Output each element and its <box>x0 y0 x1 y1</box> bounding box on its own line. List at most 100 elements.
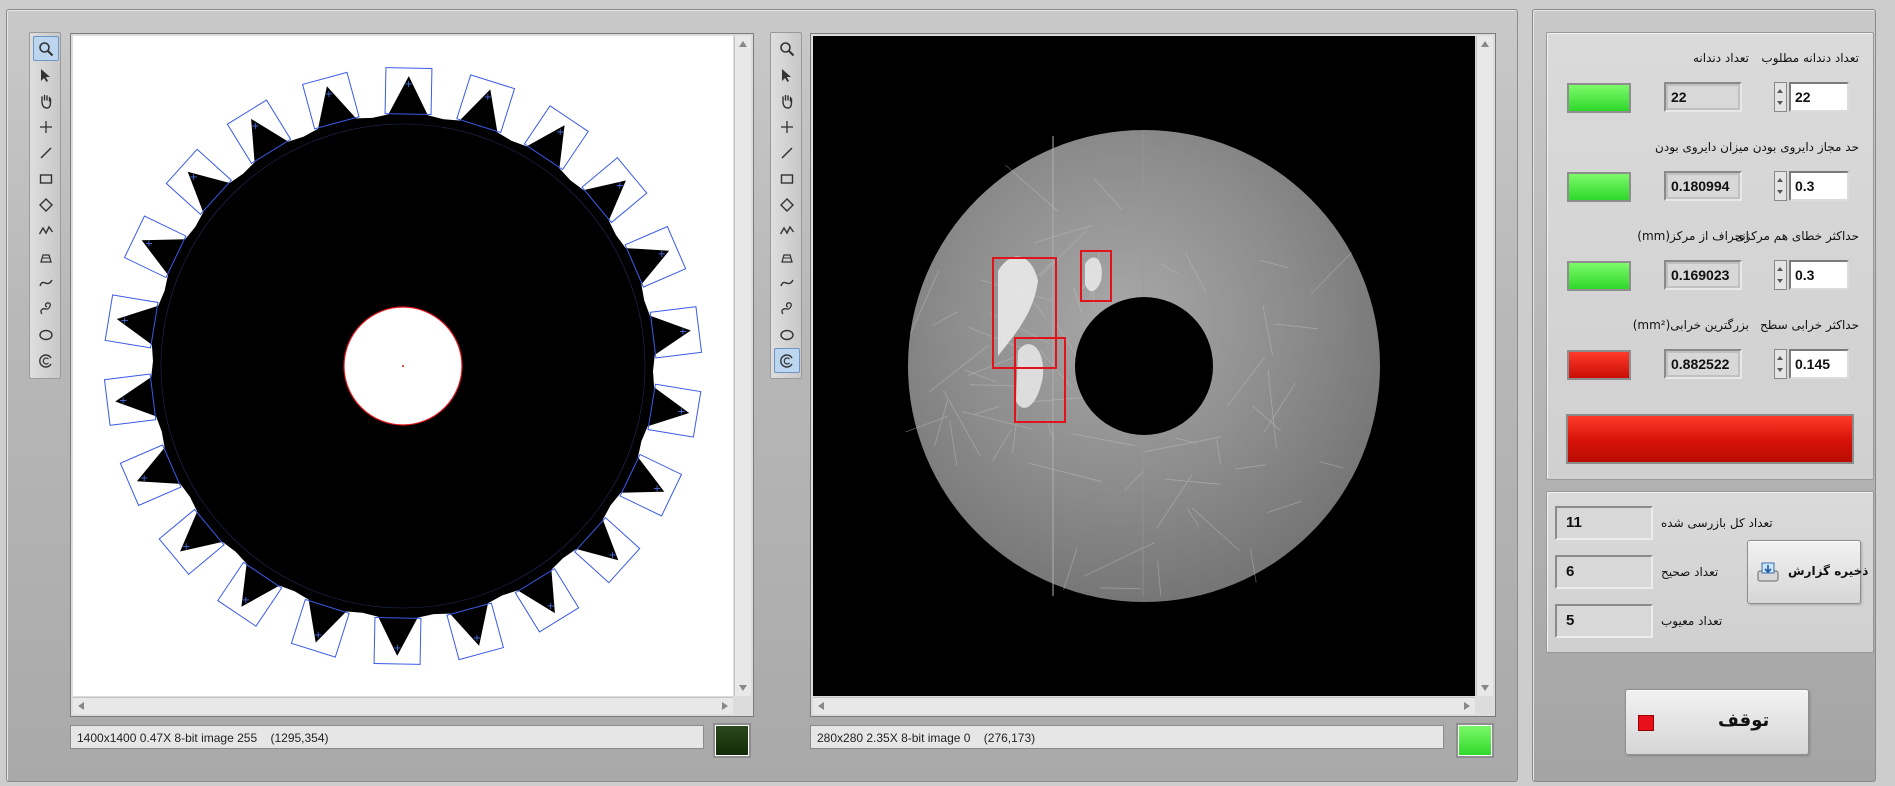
pointer-icon[interactable] <box>33 62 59 87</box>
horizontal-scrollbar[interactable] <box>813 697 1475 714</box>
measured-value: 0.882522 <box>1664 349 1742 379</box>
param-value-control[interactable]: 0.3 <box>1774 260 1850 290</box>
defective-count-label: تعداد معیوب <box>1661 614 1723 628</box>
measure-label: بزرگترین خرابی(mm²) <box>1632 318 1749 332</box>
vertical-scrollbar[interactable] <box>1476 36 1493 696</box>
save-report-button[interactable]: ذخیره گزارش <box>1747 540 1868 604</box>
tooth-center-mark: + <box>679 327 687 338</box>
tooth-center-mark: + <box>473 633 481 644</box>
tooth-center-mark: + <box>677 407 685 418</box>
measured-value: 0.169023 <box>1664 260 1742 290</box>
rotated-rectangle-icon[interactable] <box>774 192 800 217</box>
param-value-input[interactable]: 0.3 <box>1789 171 1849 201</box>
param-label: حداکثر خرابی سطح <box>1760 318 1859 332</box>
freehand-shape-icon[interactable] <box>33 296 59 321</box>
washer-photo <box>905 130 1380 602</box>
tooth-center-mark: + <box>182 541 190 552</box>
tooth-center-mark: + <box>325 89 333 100</box>
good-count: 6 <box>1555 555 1653 589</box>
param-value-input[interactable]: 22 <box>1789 82 1849 112</box>
zoom-icon[interactable] <box>33 36 59 61</box>
tooth-center-mark: + <box>145 239 153 250</box>
freehand-line-icon[interactable] <box>774 270 800 295</box>
status-led <box>1567 350 1631 380</box>
right-tool-palette <box>770 32 802 379</box>
left-image-info-bar: 1400x1400 0.47X 8-bit image 255 (1295,35… <box>70 725 704 749</box>
oval-icon[interactable] <box>774 322 800 347</box>
annulus-icon[interactable] <box>774 348 800 373</box>
save-report-icon <box>1757 562 1779 582</box>
right-status-led <box>1456 723 1494 758</box>
tooth-center-mark: + <box>616 181 624 192</box>
total-inspected-count: 11 <box>1555 506 1653 540</box>
stop-icon <box>1638 715 1654 731</box>
crosshair-icon[interactable] <box>774 114 800 139</box>
polyline-icon[interactable] <box>33 218 59 243</box>
tooth-center-mark: + <box>658 249 666 260</box>
washer-image-display[interactable] <box>810 33 1496 717</box>
pan-hand-icon[interactable] <box>33 88 59 113</box>
defective-count: 5 <box>1555 604 1653 638</box>
status-led <box>1567 83 1631 113</box>
tooth-center-mark: + <box>251 121 259 132</box>
stop-button-label: توقف <box>1718 710 1770 731</box>
right-image-info-bar: 280x280 2.35X 8-bit image 0 (276,173) <box>810 725 1444 749</box>
tooth-center-mark: + <box>393 643 401 654</box>
total-inspected-label: تعداد کل بازرسی شده <box>1661 516 1773 530</box>
annulus-sector-icon[interactable] <box>33 244 59 269</box>
line-icon[interactable] <box>33 140 59 165</box>
measure-label: انحراف از مرکز(mm) <box>1637 229 1749 243</box>
status-led <box>1567 261 1631 291</box>
tooth-center-mark: + <box>608 550 616 561</box>
stop-button[interactable]: توقف <box>1625 689 1809 755</box>
tooth-center-mark: + <box>653 483 661 494</box>
crosshair-icon[interactable] <box>33 114 59 139</box>
tooth-center-mark: + <box>556 127 564 138</box>
tooth-center-mark: + <box>314 630 322 641</box>
washer-hole <box>1075 297 1213 435</box>
param-value-control[interactable]: 0.3 <box>1774 171 1850 201</box>
measured-value: 0.180994 <box>1664 171 1742 201</box>
freehand-shape-icon[interactable] <box>774 296 800 321</box>
tooth-center-mark: + <box>189 172 197 183</box>
save-report-label: ذخیره گزارش <box>1788 564 1869 578</box>
pan-hand-icon[interactable] <box>774 88 800 113</box>
measure-label: تعداد دندانه <box>1692 51 1749 65</box>
annulus-icon[interactable] <box>33 348 59 373</box>
vertical-scrollbar[interactable] <box>734 36 751 696</box>
annulus-sector-icon[interactable] <box>774 244 800 269</box>
freehand-line-icon[interactable] <box>33 270 59 295</box>
gear-image-display[interactable]: + + + + + + + + + + + + + + + + + + + + + + <box>70 33 754 717</box>
param-value-input[interactable]: 0.145 <box>1789 349 1849 379</box>
param-label: حد مجاز دایروی بودن <box>1752 140 1859 154</box>
tooth-center-mark: + <box>140 473 148 484</box>
param-label: تعداد دندانه مطلوب <box>1761 51 1859 65</box>
oval-icon[interactable] <box>33 322 59 347</box>
param-label: حداکثر خطای هم مرکزی <box>1735 229 1859 243</box>
left-status-led <box>713 723 751 758</box>
inspection-parameters-panel: تعداد دندانه مطلوب تعداد دندانه 22 22 حد… <box>1546 32 1874 480</box>
spin-buttons[interactable] <box>1774 260 1787 290</box>
spin-buttons[interactable] <box>1774 171 1787 201</box>
pointer-icon[interactable] <box>774 62 800 87</box>
status-led <box>1567 172 1631 202</box>
param-value-control[interactable]: 0.145 <box>1774 349 1850 379</box>
spin-buttons[interactable] <box>1774 82 1787 112</box>
tooth-center-mark: + <box>242 595 250 606</box>
measure-label: میزان دایروی بودن <box>1655 140 1749 154</box>
tooth-center-mark: + <box>121 315 129 326</box>
polyline-icon[interactable] <box>774 218 800 243</box>
param-value-control[interactable]: 22 <box>1774 82 1850 112</box>
rectangle-icon[interactable] <box>33 166 59 191</box>
gear-image-canvas: + + + + + + + + + + + + + + + + + + + + + + <box>73 36 733 696</box>
rotated-rectangle-icon[interactable] <box>33 192 59 217</box>
line-icon[interactable] <box>774 140 800 165</box>
param-value-input[interactable]: 0.3 <box>1789 260 1849 290</box>
zoom-icon[interactable] <box>774 36 800 61</box>
spin-buttons[interactable] <box>1774 349 1787 379</box>
rectangle-icon[interactable] <box>774 166 800 191</box>
measured-value: 22 <box>1664 82 1742 112</box>
horizontal-scrollbar[interactable] <box>73 697 733 714</box>
gear-silhouette: + + + + + + + + + + + + + + + + + + + + + + <box>103 67 703 665</box>
overall-result-bar <box>1566 414 1854 464</box>
